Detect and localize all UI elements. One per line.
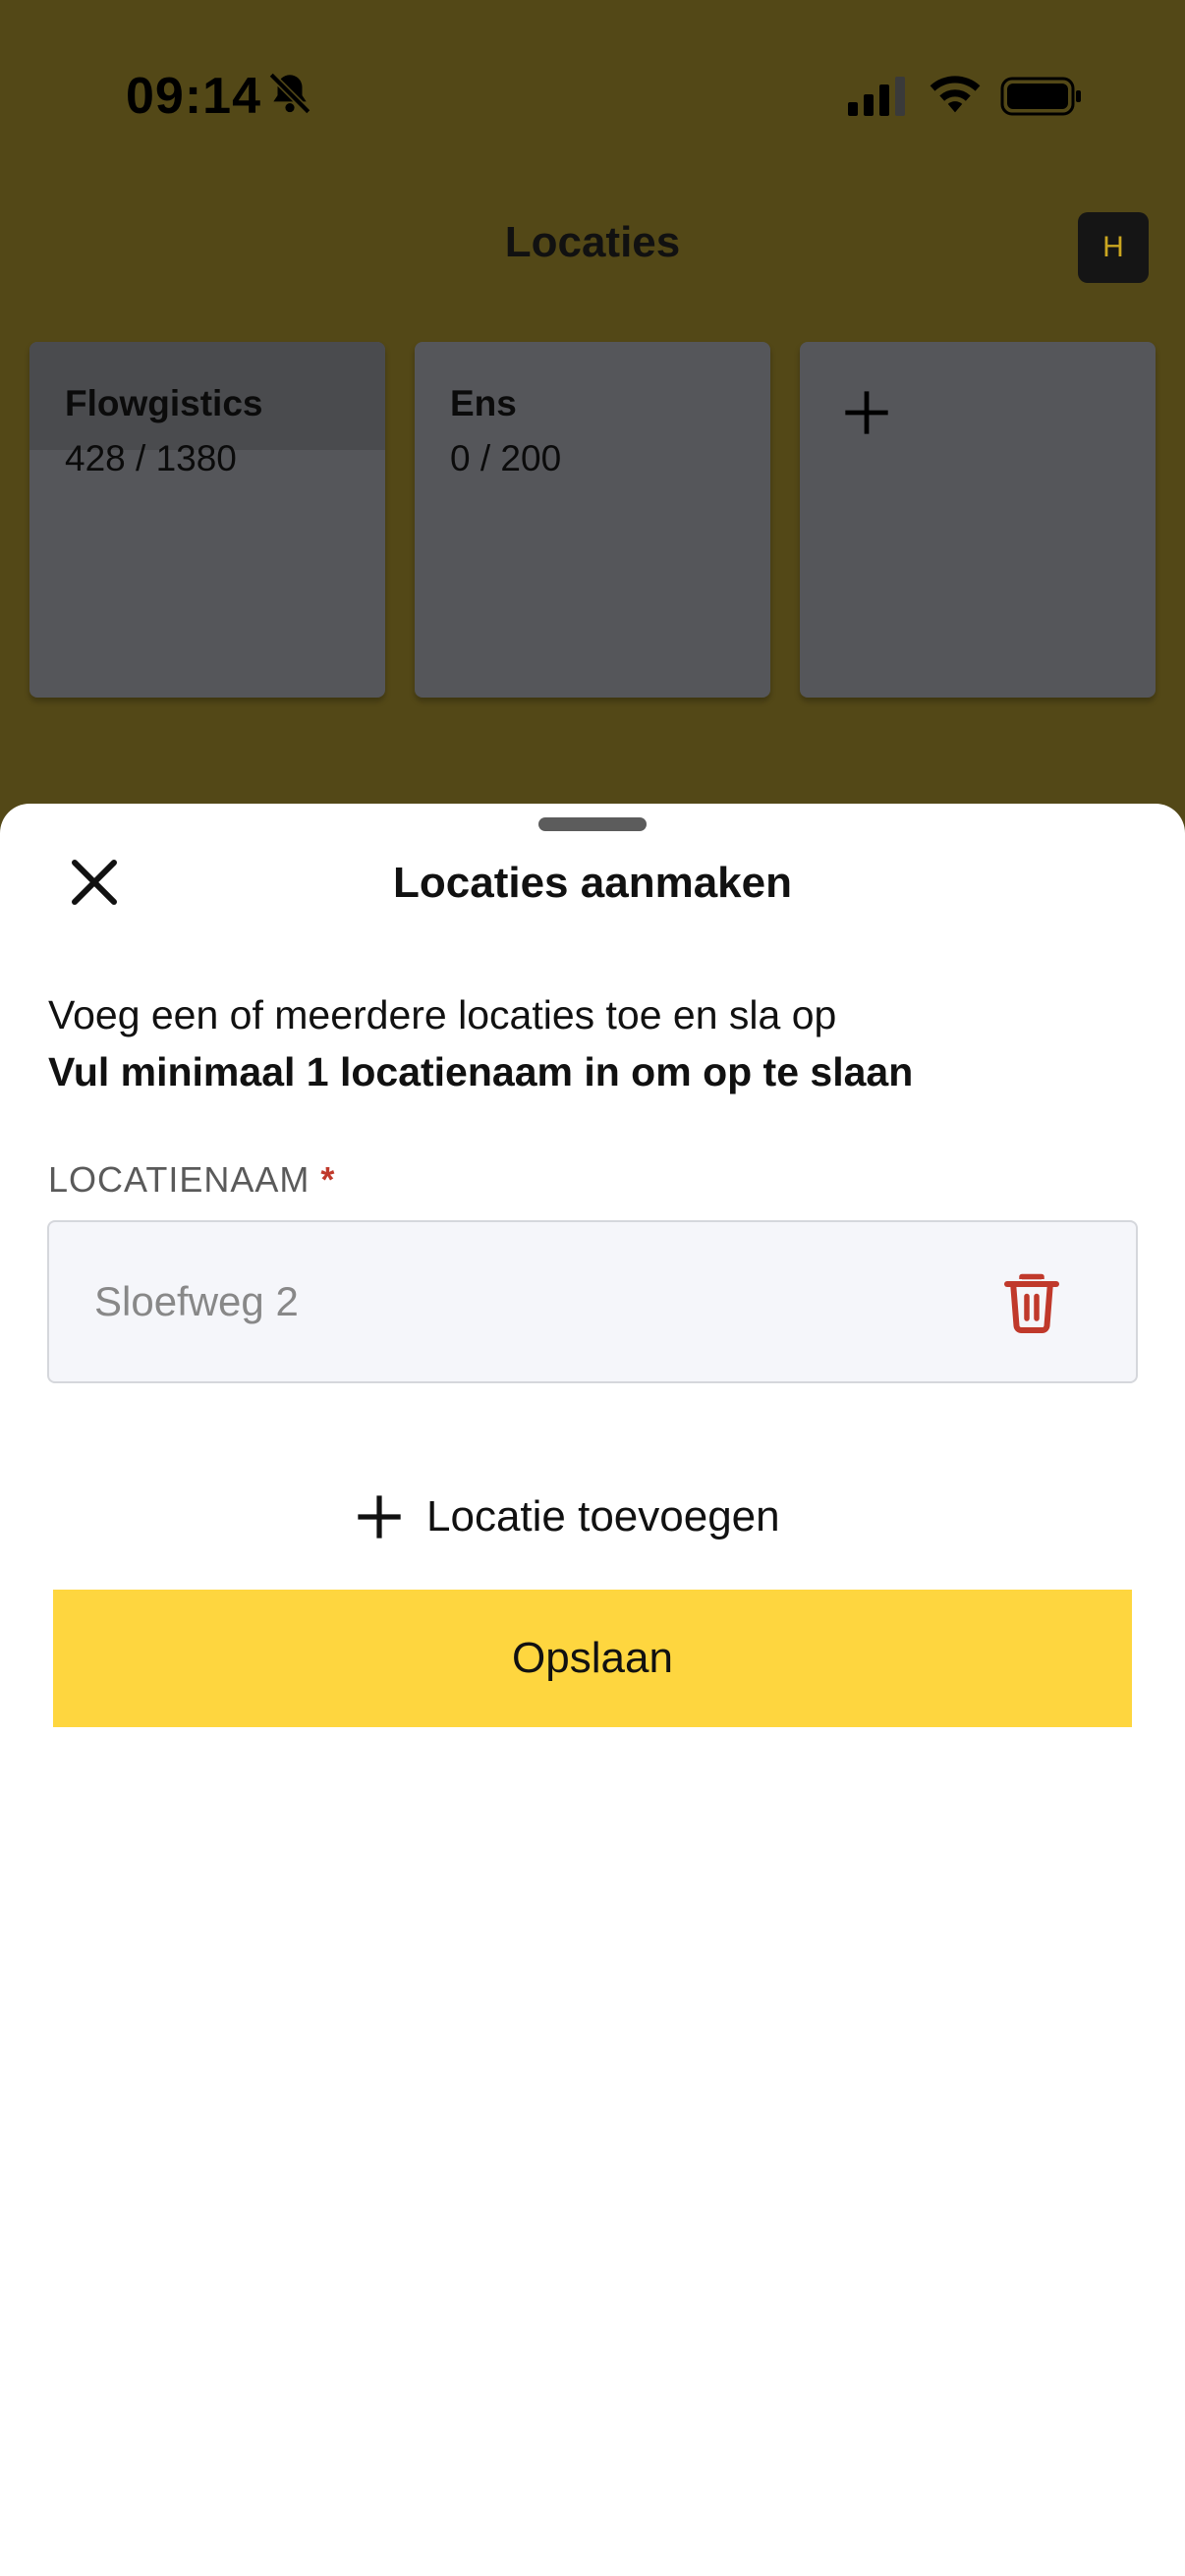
sheet-title: Locaties aanmaken bbox=[393, 859, 792, 907]
sheet-grabber-handle[interactable] bbox=[538, 817, 647, 831]
sheet-hint: Vul minimaal 1 locatienaam in om op te s… bbox=[48, 1049, 914, 1094]
bell-slash-icon bbox=[268, 72, 311, 115]
field-label-text: LOCATIENAAM bbox=[48, 1159, 310, 1200]
required-marker: * bbox=[320, 1159, 336, 1200]
status-time: 09:14 bbox=[126, 68, 261, 125]
location-name-label: LOCATIENAAM * bbox=[48, 1159, 335, 1201]
add-location-button[interactable]: Locatie toevoegen bbox=[354, 1478, 780, 1556]
avatar-initial: H bbox=[1102, 231, 1124, 263]
avatar[interactable]: H bbox=[1078, 212, 1149, 283]
bottom-sheet: Locaties aanmaken Voeg een of meerdere l… bbox=[0, 804, 1185, 2576]
location-name-input[interactable] bbox=[94, 1222, 979, 1381]
page-title: Locaties bbox=[504, 218, 681, 266]
plus-icon bbox=[845, 391, 888, 434]
wifi-icon bbox=[930, 76, 981, 113]
status-bar: 09:14 bbox=[0, 0, 1185, 196]
save-button[interactable]: Opslaan bbox=[53, 1590, 1132, 1727]
location-name-field bbox=[47, 1220, 1138, 1383]
card-count: 0 / 200 bbox=[450, 438, 562, 478]
card-name: Ens bbox=[450, 383, 517, 423]
add-location-card[interactable] bbox=[800, 342, 1156, 698]
card-count: 428 / 1380 bbox=[65, 438, 237, 478]
location-card-flowgistics[interactable]: Flowgistics 428 / 1380 bbox=[29, 342, 385, 698]
trash-icon[interactable] bbox=[1002, 1271, 1061, 1336]
plus-icon bbox=[358, 1495, 401, 1539]
add-location-label: Locatie toevoegen bbox=[426, 1492, 780, 1540]
cellular-signal-icon bbox=[848, 77, 905, 116]
sheet-description: Voeg een of meerdere locaties toe en sla… bbox=[48, 992, 837, 1037]
card-name: Flowgistics bbox=[65, 383, 263, 423]
location-card-ens[interactable]: Ens 0 / 200 bbox=[415, 342, 770, 698]
battery-icon bbox=[1000, 77, 1081, 116]
